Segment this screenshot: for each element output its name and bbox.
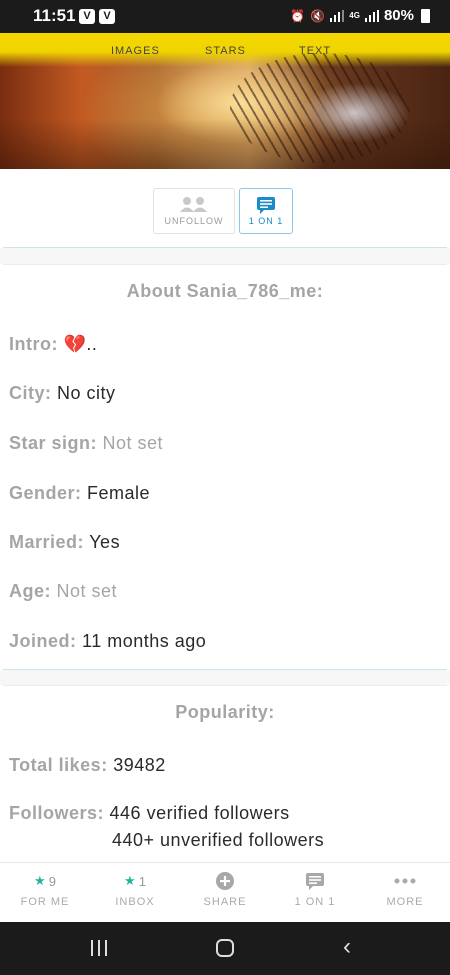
profile-tabs: IMAGES STARS TEXT (0, 45, 450, 61)
bottom-navigation: ★ 9 FOR ME ★ 1 INBOX SHARE 1 ON 1 MORE (0, 862, 450, 922)
system-navigation-bar: ‹ (0, 922, 450, 975)
married-row: Married: Yes (9, 532, 120, 553)
joined-row: Joined: 11 months ago (9, 631, 206, 652)
plus-circle-icon (216, 872, 234, 890)
star-icon: ★ (34, 873, 46, 888)
intro-row: Intro: 💔.. (9, 334, 97, 355)
city-label: City: (9, 383, 52, 403)
joined-label: Joined: (9, 631, 77, 651)
popularity-title: Popularity: (175, 702, 275, 722)
more-dots-icon (394, 878, 416, 884)
age-row: Age: Not set (9, 581, 117, 602)
age-label: Age: (9, 581, 51, 601)
one-on-one-button[interactable]: 1 ON 1 (239, 188, 293, 234)
nav-share-label: SHARE (203, 896, 247, 908)
total-likes-row: Total likes: 39482 (9, 755, 166, 776)
battery-icon (421, 8, 430, 23)
star-sign-value: Not set (102, 433, 164, 453)
signal-icon (330, 9, 345, 22)
star-icon: ★ (124, 873, 136, 888)
total-likes-label: Total likes: (9, 755, 108, 775)
inbox-count: 1 (138, 873, 146, 889)
nav-for-me-label: FOR ME (20, 896, 70, 908)
mute-icon: 🔇 (310, 8, 326, 23)
alarm-icon: ⏰ (290, 8, 306, 23)
one-on-one-label: 1 ON 1 (248, 216, 284, 226)
app-notification-icon: V (99, 9, 115, 24)
followers-unverified-row: 440+ unverified followers (112, 830, 324, 851)
nav-one-on-one[interactable]: 1 ON 1 (270, 863, 360, 923)
followers-label: Followers: (9, 803, 105, 823)
status-time: 11:51 (33, 6, 76, 25)
home-icon[interactable] (216, 939, 234, 957)
signal-icon (364, 9, 379, 22)
nav-inbox[interactable]: ★ 1 INBOX (90, 863, 180, 923)
nav-more-label: MORE (386, 896, 424, 908)
status-bar: 11:51 V V ⏰ 🔇 4G 80% (0, 0, 450, 33)
section-divider (3, 685, 447, 686)
unfollow-button[interactable]: UNFOLLOW (153, 188, 235, 234)
profile-actions: UNFOLLOW 1 ON 1 (0, 169, 450, 247)
married-label: Married: (9, 532, 85, 552)
followers-unverified: 440+ unverified followers (112, 830, 325, 850)
profile-header-image: IMAGES STARS TEXT (0, 33, 450, 169)
nav-one-on-one-label: 1 ON 1 (294, 896, 336, 908)
gender-row: Gender: Female (9, 483, 150, 504)
network-type-label: 4G (349, 10, 360, 20)
users-icon (154, 196, 234, 214)
star-sign-label: Star sign: (9, 433, 98, 453)
battery-percent: 80% (383, 7, 414, 24)
star-sign-row: Star sign: Not set (9, 433, 163, 454)
intro-value: .. (86, 334, 98, 354)
about-title: About Sania_786_me: (126, 281, 324, 301)
broken-heart-emoji: 💔 (63, 334, 87, 354)
intro-label: Intro: (9, 334, 58, 354)
recent-apps-icon[interactable] (91, 940, 109, 956)
tab-text[interactable]: TEXT (299, 45, 331, 57)
tab-stars[interactable]: STARS (205, 45, 246, 57)
married-value: Yes (89, 532, 121, 552)
followers-row: Followers: 446 verified followers (9, 803, 290, 824)
joined-value: 11 months ago (82, 631, 207, 651)
chat-icon (306, 873, 324, 890)
nav-share[interactable]: SHARE (180, 863, 270, 923)
nav-for-me[interactable]: ★ 9 FOR ME (0, 863, 90, 923)
nav-more[interactable]: MORE (360, 863, 450, 923)
followers-verified: 446 verified followers (109, 803, 290, 823)
chat-icon (240, 196, 292, 214)
gender-value: Female (87, 483, 151, 503)
unfollow-label: UNFOLLOW (164, 216, 224, 226)
app-notification-icon: V (79, 9, 95, 24)
city-value: No city (57, 383, 116, 403)
age-value: Not set (56, 581, 118, 601)
total-likes-value: 39482 (113, 755, 166, 775)
nav-inbox-label: INBOX (115, 896, 155, 908)
tab-images[interactable]: IMAGES (111, 45, 160, 57)
section-divider (3, 264, 447, 265)
gender-label: Gender: (9, 483, 82, 503)
back-icon[interactable]: ‹ (343, 935, 351, 959)
for-me-count: 9 (48, 873, 56, 889)
city-row: City: No city (9, 383, 116, 404)
